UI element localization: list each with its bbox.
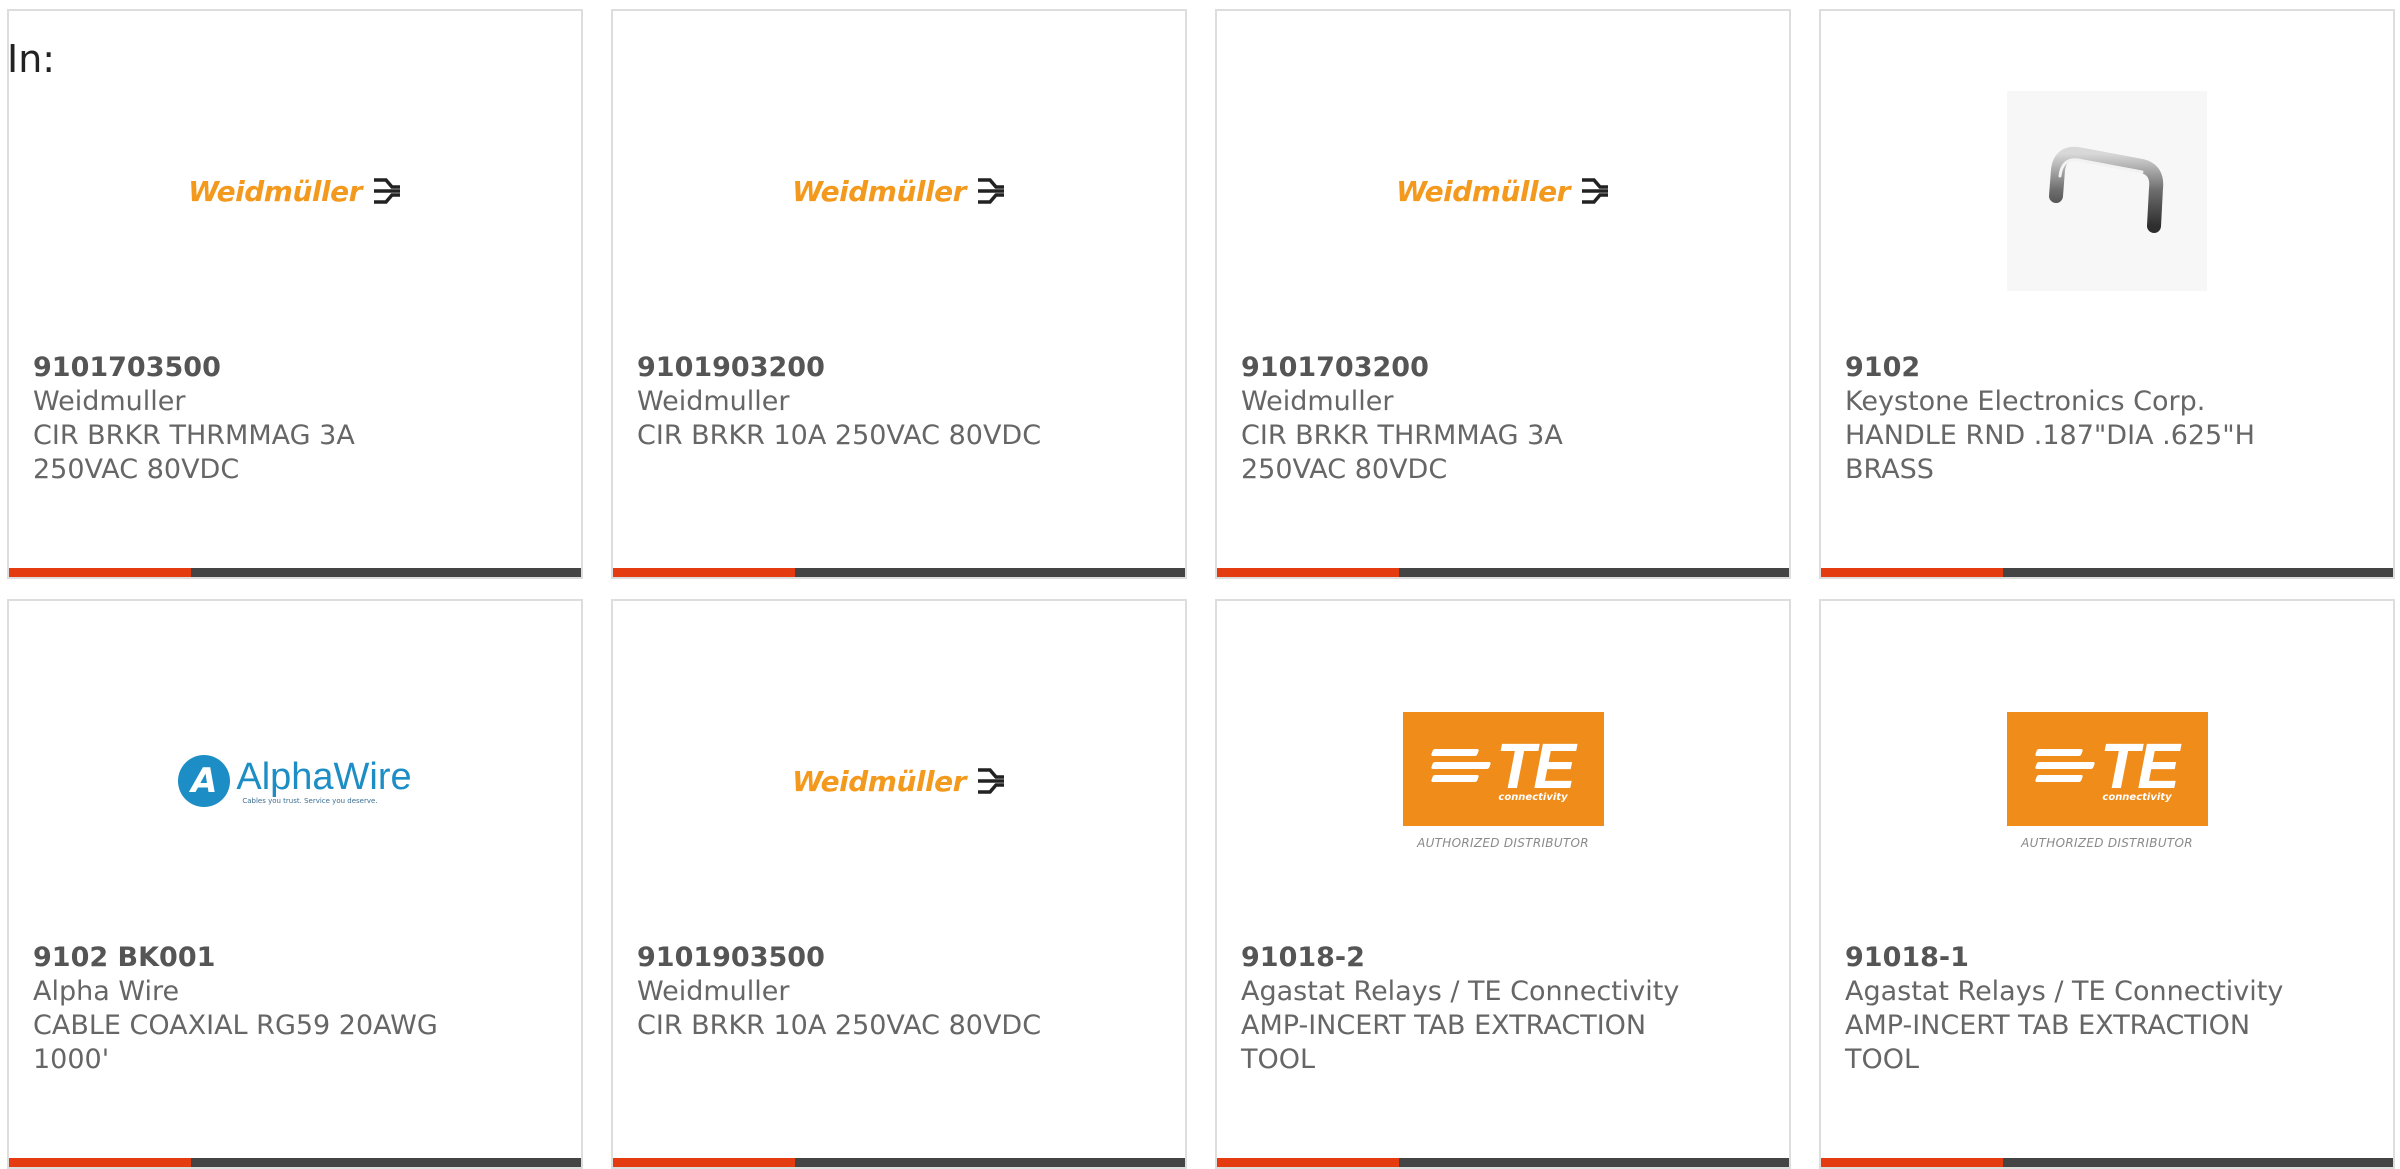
in-label: In:	[7, 37, 56, 81]
description: AMP-INCERT TAB EXTRACTION TOOL	[1241, 1010, 1647, 1075]
part-number[interactable]: 9101903200	[637, 351, 1161, 385]
product-card[interactable]: Weidmüller 9101903500 Weidmuller CIR BRK…	[611, 599, 1187, 1169]
part-number[interactable]: 9102 BK001	[33, 941, 557, 975]
part-number[interactable]: 9101703200	[1241, 351, 1765, 385]
manufacturer: Weidmuller	[33, 386, 186, 417]
te-logo-box: TE connectivity	[2006, 712, 2208, 826]
product-card[interactable]: 9102 Keystone Electronics Corp. HANDLE R…	[1819, 9, 2395, 579]
card-accent-bar	[9, 568, 191, 577]
manufacturer: Agastat Relays / TE Connectivity	[1845, 976, 2284, 1007]
card-bottom-bar	[1217, 568, 1789, 577]
card-bottom-bar	[9, 568, 581, 577]
product-grid: Weidmüller 9101703500 Weidmuller CIR BRK…	[0, 0, 2400, 1169]
product-image[interactable]: Weidmüller	[9, 71, 581, 311]
product-card[interactable]: TE connectivity AUTHORIZED DISTRIBUTOR 9…	[1215, 599, 1791, 1169]
logo-tagline: Cables you trust. Service you deserve.	[242, 797, 378, 805]
weidmuller-logo: Weidmüller	[792, 175, 1006, 208]
product-card[interactable]: A AlphaWire Cables you trust. Service yo…	[7, 599, 583, 1169]
product-card[interactable]: TE connectivity AUTHORIZED DISTRIBUTOR 9…	[1819, 599, 2395, 1169]
card-bottom-bar	[1821, 568, 2393, 577]
card-accent-bar	[1821, 568, 2003, 577]
card-bottom-bar	[613, 568, 1185, 577]
handle-photo	[2007, 91, 2207, 291]
logo-sub: connectivity	[1498, 791, 1568, 803]
logo-word: Weidmüller	[188, 174, 362, 208]
product-image[interactable]: Weidmüller	[613, 661, 1185, 901]
description: CIR BRKR 10A 250VAC 80VDC	[637, 420, 1042, 451]
weidmuller-logo: Weidmüller	[1396, 175, 1610, 208]
description: CIR BRKR THRMMAG 3A 250VAC 80VDC	[1241, 420, 1563, 485]
weidmuller-logo: Weidmüller	[792, 765, 1006, 798]
product-card[interactable]: Weidmüller 9101903200 Weidmuller CIR BRK…	[611, 9, 1187, 579]
product-card[interactable]: Weidmüller 9101703500 Weidmuller CIR BRK…	[7, 9, 583, 579]
product-image[interactable]: A AlphaWire Cables you trust. Service yo…	[9, 661, 581, 901]
logo-word: Weidmüller	[792, 764, 966, 798]
logo-word: AlphaWire	[236, 756, 412, 798]
manufacturer: Weidmuller	[1241, 386, 1394, 417]
product-card[interactable]: Weidmüller 9101703200 Weidmuller CIR BRK…	[1215, 9, 1791, 579]
card-accent-bar	[1217, 568, 1399, 577]
part-number[interactable]: 91018-2	[1241, 941, 1765, 975]
description: CABLE COAXIAL RG59 20AWG 1000'	[33, 1010, 438, 1075]
te-logo-box: TE connectivity	[1402, 712, 1604, 826]
weidmuller-logo: Weidmüller	[188, 175, 402, 208]
te-bars-icon	[1430, 749, 1492, 782]
logo-sub: connectivity	[2102, 791, 2172, 803]
handle-icon	[2049, 146, 2164, 233]
description: CIR BRKR 10A 250VAC 80VDC	[637, 1010, 1042, 1041]
part-number[interactable]: 9101703500	[33, 351, 557, 385]
te-logo: TE connectivity AUTHORIZED DISTRIBUTOR	[2006, 712, 2208, 850]
card-accent-bar	[613, 568, 795, 577]
logo-word: TE	[1496, 729, 1576, 802]
logo-word: Weidmüller	[792, 174, 966, 208]
part-number[interactable]: 91018-1	[1845, 941, 2369, 975]
logo-caption: AUTHORIZED DISTRIBUTOR	[1417, 836, 1589, 850]
weidmuller-mark-icon	[1581, 178, 1608, 204]
description: AMP-INCERT TAB EXTRACTION TOOL	[1845, 1010, 2251, 1075]
weidmuller-mark-icon	[977, 178, 1004, 204]
description: CIR BRKR THRMMAG 3A 250VAC 80VDC	[33, 420, 355, 485]
weidmuller-mark-icon	[977, 768, 1004, 794]
logo-word: Weidmüller	[1396, 174, 1570, 208]
product-image[interactable]: TE connectivity AUTHORIZED DISTRIBUTOR	[1821, 661, 2393, 901]
description: HANDLE RND .187"DIA .625"H BRASS	[1845, 420, 2255, 485]
alphawire-a-icon: A	[178, 755, 231, 807]
manufacturer: Keystone Electronics Corp.	[1845, 386, 2206, 417]
logo-caption: AUTHORIZED DISTRIBUTOR	[2021, 836, 2193, 850]
logo-word: TE	[2100, 729, 2180, 802]
te-bars-icon	[2034, 749, 2096, 782]
product-image[interactable]: TE connectivity AUTHORIZED DISTRIBUTOR	[1217, 661, 1789, 901]
manufacturer: Agastat Relays / TE Connectivity	[1241, 976, 1680, 1007]
manufacturer: Weidmuller	[637, 386, 790, 417]
product-image[interactable]: Weidmüller	[1217, 71, 1789, 311]
manufacturer: Weidmuller	[637, 976, 790, 1007]
alphawire-logo: A AlphaWire Cables you trust. Service yo…	[178, 755, 412, 807]
te-logo: TE connectivity AUTHORIZED DISTRIBUTOR	[1402, 712, 1604, 850]
product-image[interactable]	[1821, 71, 2393, 311]
manufacturer: Alpha Wire	[33, 976, 180, 1007]
product-image[interactable]: Weidmüller	[613, 71, 1185, 311]
part-number[interactable]: 9101903500	[637, 941, 1161, 975]
weidmuller-mark-icon	[373, 178, 400, 204]
part-number[interactable]: 9102	[1845, 351, 2369, 385]
